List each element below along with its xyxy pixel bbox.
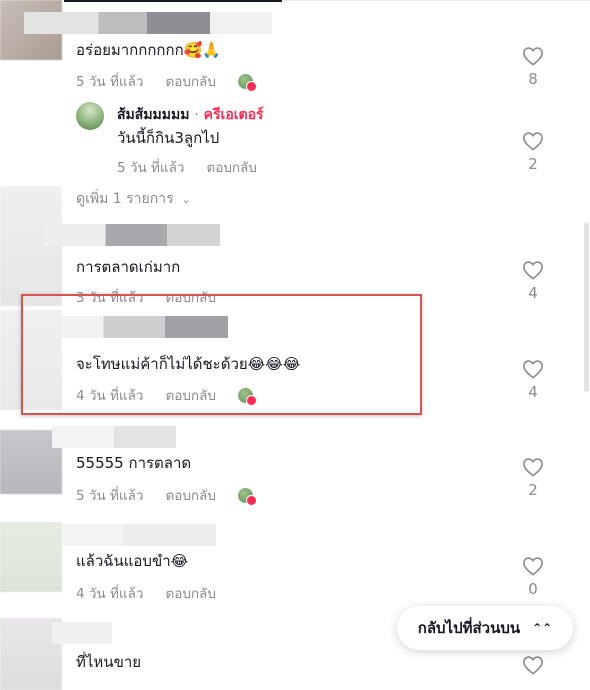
comment-text: การตลาดเก่มาก [76,258,181,276]
reply-author[interactable]: ส้มส้มมมมม · ครีเอเตอร์ [117,104,264,126]
tab-divider [282,0,590,1]
like-count: 0 [528,580,538,598]
avatar[interactable] [0,522,62,592]
creator-liked-icon [237,487,257,506]
comment-time: 5 วัน ที่แล้ว [76,74,144,90]
like-button[interactable] [522,655,544,675]
like-count: 2 [528,155,538,173]
like-button[interactable]: 8 [522,46,544,88]
username-redacted [44,224,220,246]
username-redacted [62,524,216,546]
comment-meta: 4 วัน ที่แล้ว ตอบกลับ [76,582,216,604]
heart-icon [523,656,543,675]
heart-icon [523,132,543,151]
heart-icon [523,458,543,477]
reply-meta: 5 วัน ที่แล้ว ตอบกลับ [117,156,257,178]
comment-time: 4 วัน ที่แล้ว [76,586,144,602]
scrollbar[interactable] [584,222,589,392]
reply-button[interactable]: ตอบกลับ [165,582,215,604]
like-button[interactable]: 0 [522,556,544,598]
reply-button[interactable]: ตอบกลับ [206,156,256,178]
comment-text: แล้วฉันแอบขำ😂 [76,552,189,570]
like-button[interactable]: 4 [522,359,544,401]
like-count: 4 [528,383,538,401]
like-count: 4 [528,284,538,302]
username-redacted [52,426,176,448]
reply-author-name: ส้มส้มมมมม [117,107,190,123]
comment-text: 55555 การตลาด [76,454,192,472]
username-redacted [210,12,272,34]
comment-text: ที่ไหนขาย [76,653,142,671]
heart-icon [523,360,543,379]
see-more-label: ดูเพิ่ม 1 รายการ [76,191,174,207]
like-button[interactable]: 2 [522,457,544,499]
comment-text: อร่อยมากกกกกก🥰🙏 [76,41,222,59]
like-button[interactable]: 4 [522,260,544,302]
back-to-top-label: กลับไปที่ส่วนบน [417,619,521,637]
reply-button[interactable]: ตอบกลับ [165,70,215,92]
active-tab-indicator [64,0,282,2]
highlight-box [21,294,422,415]
creator-badge: ครีเอเตอร์ [203,107,264,123]
comment-meta: 5 วัน ที่แล้ว ตอบกลับ [76,484,257,506]
username-redacted [24,12,210,34]
comment-time: 5 วัน ที่แล้ว [76,488,144,504]
like-count: 8 [528,70,538,88]
comment-meta: 5 วัน ที่แล้ว ตอบกลับ [76,70,257,92]
username-redacted [52,622,112,644]
heart-icon [523,47,543,66]
creator-liked-icon [237,73,257,92]
creator-avatar[interactable] [76,102,104,130]
reply-time: 5 วัน ที่แล้ว [117,160,185,176]
avatar[interactable] [0,186,62,306]
back-to-top-button[interactable]: กลับไปที่ส่วนบน ⌃⌃ [397,606,573,650]
reply-button[interactable]: ตอบกลับ [165,484,215,506]
name-separator: · [194,107,199,123]
chevron-down-icon: ⌄ [181,192,191,206]
reply-text: วันนี้ก็กิน3ลูกไป [117,129,220,147]
heart-icon [523,261,543,280]
see-more-replies-button[interactable]: ดูเพิ่ม 1 รายการ ⌄ [76,188,191,210]
like-count: 2 [528,481,538,499]
like-button[interactable]: 2 [522,131,544,173]
heart-icon [523,557,543,576]
double-chevron-up-icon: ⌃⌃ [532,621,553,635]
